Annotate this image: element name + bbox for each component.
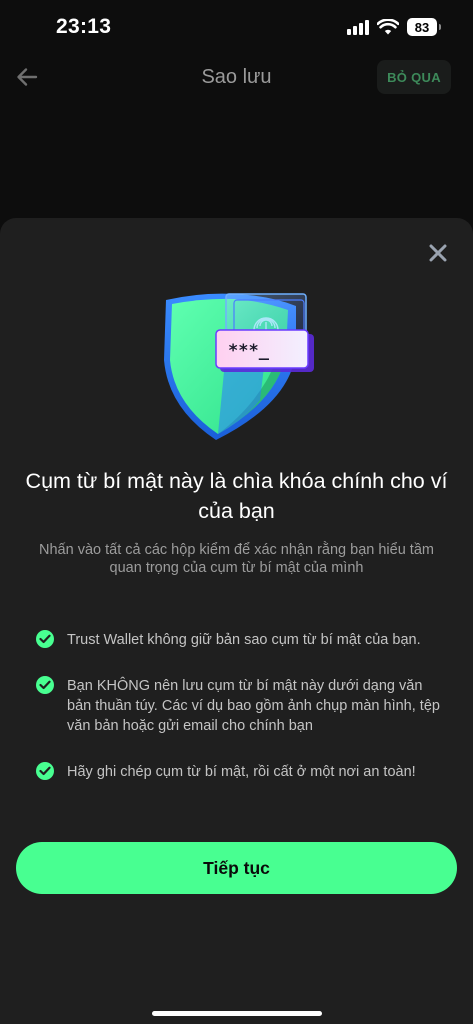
close-icon[interactable] <box>427 242 449 264</box>
checklist-item-no-copy[interactable]: Trust Wallet không giữ bản sao cụm từ bí… <box>36 630 449 650</box>
battery-icon: 83 <box>407 18 441 36</box>
continue-button[interactable]: Tiếp tục <box>16 842 457 894</box>
sheet-title: Cụm từ bí mật này là chìa khóa chính cho… <box>25 469 448 523</box>
skip-button[interactable]: BỎ QUA <box>377 60 451 94</box>
sheet-subtitle: Nhấn vào tất cả các hộp kiểm để xác nhận… <box>39 542 434 576</box>
password-mask-text: ***_ <box>228 341 270 361</box>
checklist-item-label: Trust Wallet không giữ bản sao cụm từ bí… <box>67 632 421 648</box>
status-time: 23:13 <box>56 15 112 38</box>
checklist-item-no-plaintext[interactable]: Bạn KHÔNG nên lưu cụm từ bí mật này dưới… <box>36 676 449 736</box>
wifi-icon <box>377 19 399 35</box>
status-icons: 83 <box>347 18 441 36</box>
check-icon[interactable] <box>36 676 54 694</box>
secret-phrase-sheet: ***_ Cụm từ bí mật này là chìa khóa chín… <box>0 218 473 1024</box>
home-indicator[interactable] <box>152 1011 322 1016</box>
checklist-item-label: Bạn KHÔNG nên lưu cụm từ bí mật này dưới… <box>67 678 440 734</box>
confirmation-checklist: Trust Wallet không giữ bản sao cụm từ bí… <box>36 630 449 808</box>
checklist-item-write-down[interactable]: Hãy ghi chép cụm từ bí mật, rồi cất ở mộ… <box>36 762 449 782</box>
check-icon[interactable] <box>36 630 54 648</box>
check-icon[interactable] <box>36 762 54 780</box>
status-bar: 23:13 83 <box>0 0 473 56</box>
backup-screen: 23:13 83 Sao lưu BỎ QUA ***_ Cụm từ bí m… <box>0 0 473 1024</box>
signal-icon <box>347 19 369 35</box>
shield-password-illustration: ***_ <box>164 293 314 440</box>
app-header: Sao lưu BỎ QUA <box>0 56 473 100</box>
checklist-item-label: Hãy ghi chép cụm từ bí mật, rồi cất ở mộ… <box>67 764 416 780</box>
